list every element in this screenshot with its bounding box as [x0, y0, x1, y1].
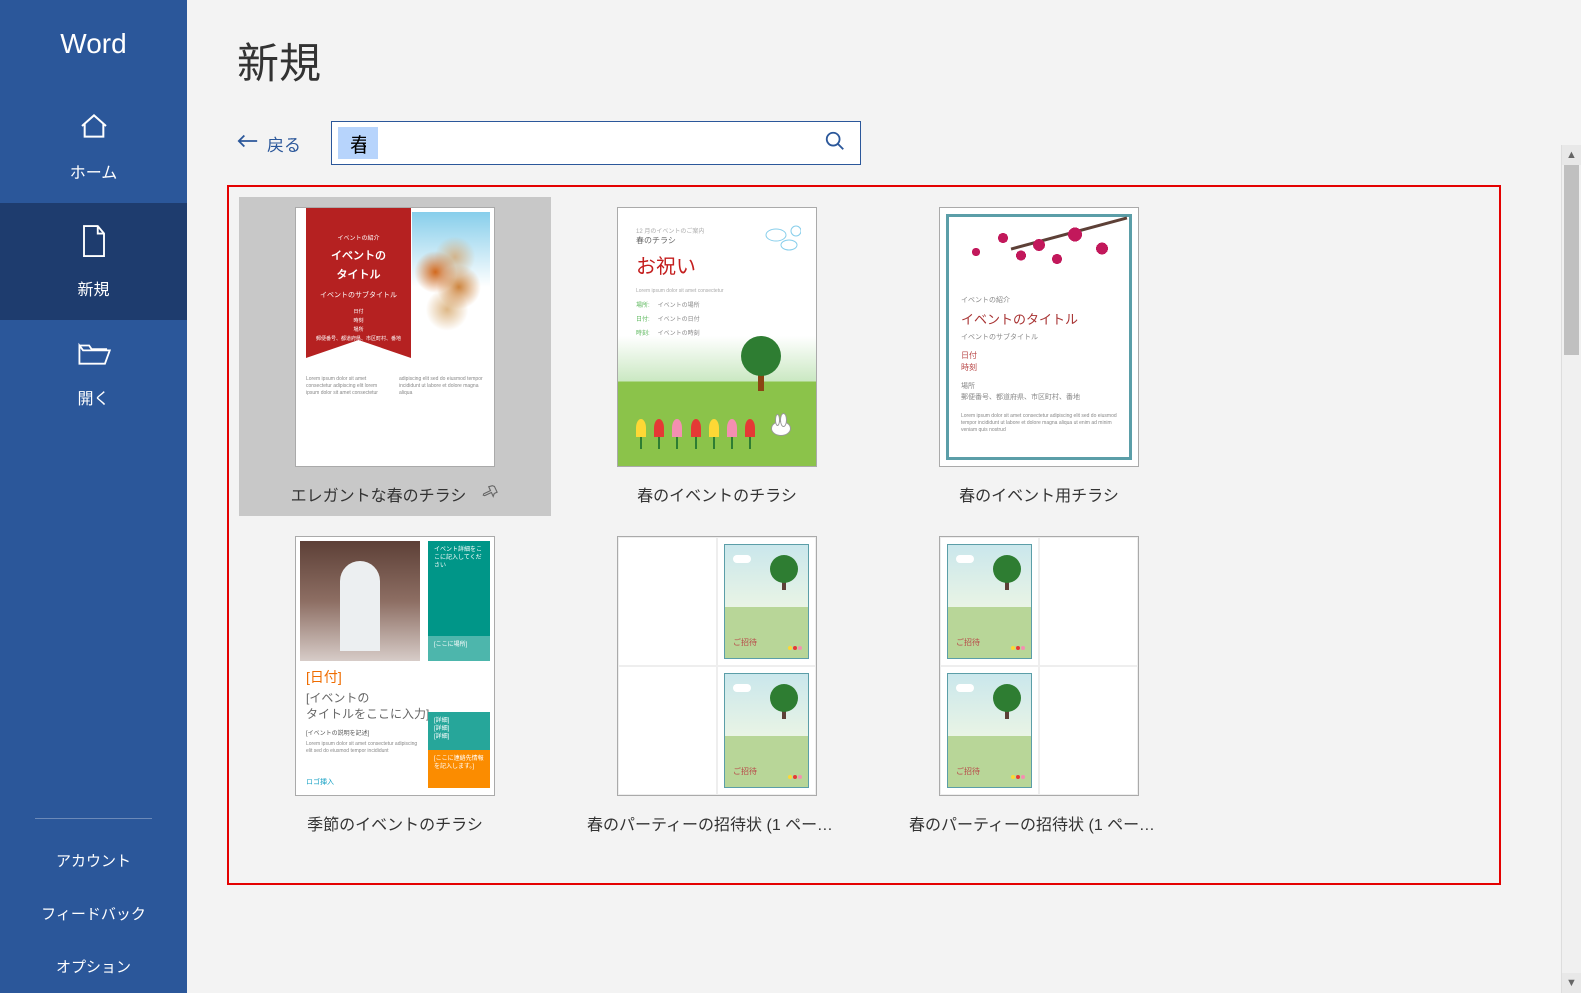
search-icon [824, 130, 846, 152]
search-box [331, 121, 861, 165]
folder-open-icon [77, 340, 111, 373]
nav-open[interactable]: 開く [0, 320, 187, 429]
template-thumbnail: ご招待 ご招待 [617, 536, 817, 796]
scroll-up-icon[interactable]: ▲ [1562, 145, 1581, 165]
scrollbar[interactable]: ▲ ▼ [1561, 145, 1581, 993]
template-label: 春のイベントのチラシ [587, 482, 847, 506]
results-area: イベントの紹介 イベントの タイトル イベントのサブタイトル 日付 時刻 場所 … [227, 185, 1501, 885]
nav-home[interactable]: ホーム [0, 90, 187, 203]
search-button[interactable] [810, 122, 860, 165]
nav-home-label: ホーム [70, 159, 118, 183]
search-input[interactable] [338, 127, 378, 159]
template-card[interactable]: イベントの紹介 イベントの タイトル イベントのサブタイトル 日付 時刻 場所 … [239, 197, 551, 516]
template-thumbnail: 12 月のイベントのご案内 春のチラシ お祝い Lorem ipsum dolo… [617, 207, 817, 467]
template-thumbnail: イベントの紹介 イベントの タイトル イベントのサブタイトル 日付 時刻 場所 … [295, 207, 495, 467]
pin-icon[interactable] [481, 483, 499, 506]
back-label: 戻る [267, 131, 301, 156]
nav-new-label: 新規 [77, 276, 109, 300]
template-label: 春のパーティーの招待状 (1 ページあたり 2 枚) [587, 811, 847, 835]
sidebar: Word ホーム 新規 開く [0, 0, 187, 993]
template-label: 季節のイベントのチラシ [265, 811, 525, 835]
nav-open-label: 開く [77, 385, 109, 409]
template-label: 春のイベント用チラシ [909, 482, 1169, 506]
template-card[interactable]: ご招待 ご招待 [893, 536, 1185, 835]
template-thumbnail: ご招待 ご招待 [939, 536, 1139, 796]
arrow-left-icon [237, 133, 259, 154]
home-icon [78, 110, 110, 147]
nav-new[interactable]: 新規 [0, 203, 187, 320]
nav-options[interactable]: オプション [0, 940, 187, 993]
template-label: エレガントな春のチラシ [291, 482, 467, 506]
scroll-thumb[interactable] [1564, 165, 1579, 355]
main-content: 新規 戻る [187, 0, 1581, 993]
page-title: 新規 [237, 30, 1541, 91]
nav-feedback[interactable]: フィードバック [0, 887, 187, 940]
app-title: Word [0, 0, 187, 90]
template-label: 春のパーティーの招待状 (1 ページあたり 2 枚) [909, 811, 1169, 835]
template-card[interactable]: 12 月のイベントのご案内 春のチラシ お祝い Lorem ipsum dolo… [571, 207, 863, 506]
template-card[interactable]: ご招待 ご招待 [571, 536, 863, 835]
template-thumbnail: イベントの紹介 イベントのタイトル イベントのサブタイトル 日付 時刻 場所 郵… [939, 207, 1139, 467]
template-card[interactable]: イベントの紹介 イベントのタイトル イベントのサブタイトル 日付 時刻 場所 郵… [893, 207, 1185, 506]
template-card[interactable]: イベント詳細をここに記入してください [ここに場所] [日付] [イベントのタイ… [249, 536, 541, 835]
nav-account[interactable]: アカウント [0, 834, 187, 887]
scroll-down-icon[interactable]: ▼ [1562, 973, 1581, 993]
document-icon [79, 223, 109, 264]
sidebar-divider [35, 818, 152, 819]
cloud-icon [761, 223, 801, 253]
template-thumbnail: イベント詳細をここに記入してください [ここに場所] [日付] [イベントのタイ… [295, 536, 495, 796]
back-button[interactable]: 戻る [237, 131, 301, 156]
